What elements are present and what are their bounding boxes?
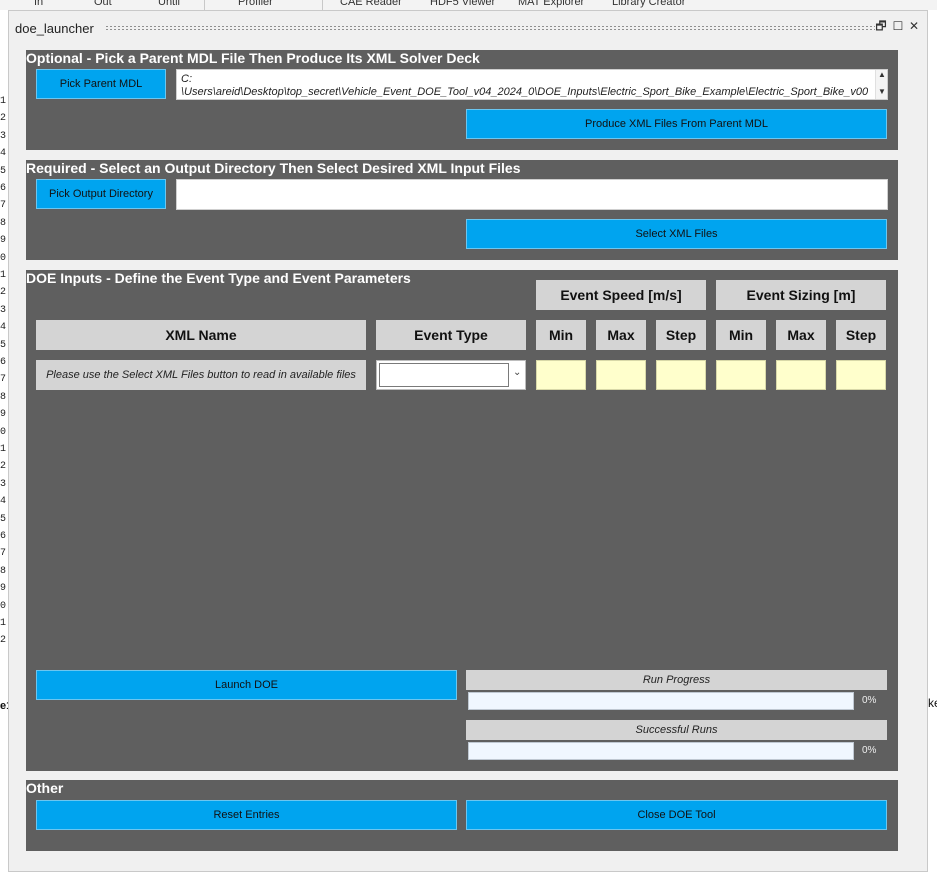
bg-tab-cae-reader[interactable]: CAE Reader: [340, 0, 402, 8]
pick-parent-mdl-button[interactable]: Pick Parent MDL: [36, 69, 166, 99]
bg-line-number: 1: [0, 444, 7, 455]
bg-line-number: 0: [0, 426, 7, 438]
event-sizing-header: Event Sizing [m]: [716, 280, 886, 310]
bg-tab-in[interactable]: In: [34, 0, 43, 8]
bg-tab-divider: [204, 0, 205, 10]
bg-line-number: 5: [0, 513, 7, 525]
bg-line-number: 4: [0, 496, 7, 508]
produce-xml-button[interactable]: Produce XML Files From Parent MDL: [466, 109, 887, 139]
bg-line-number: 8: [0, 217, 7, 229]
bg-line-number: 6: [0, 183, 7, 194]
speed-min-header: Min: [536, 320, 586, 350]
maximize-icon[interactable]: ☐: [892, 20, 904, 32]
bg-line-number: 6: [0, 531, 7, 542]
bg-line-number: 8: [0, 391, 7, 403]
bg-tab-library-creator[interactable]: Library Creator: [612, 0, 685, 8]
bg-tab-mat-explorer[interactable]: MAT Explorer: [518, 0, 584, 8]
sizing-min-header: Min: [716, 320, 766, 350]
event-type-dropdown[interactable]: ⌄: [376, 360, 526, 390]
pick-output-directory-button[interactable]: Pick Output Directory: [36, 179, 166, 209]
close-icon[interactable]: ✕: [908, 20, 920, 32]
bg-line-number: 7: [0, 548, 7, 560]
output-directory-field[interactable]: [176, 179, 888, 210]
bg-tab-until[interactable]: Until: [158, 0, 180, 8]
bg-line-number: 2: [0, 113, 7, 125]
bg-line-number: 0: [0, 252, 7, 264]
sizing-step-input[interactable]: [836, 360, 886, 390]
other-panel: Other Reset Entries Close DOE Tool: [26, 780, 898, 851]
path-scrollbar[interactable]: ▲ ▼: [875, 70, 887, 99]
doe-inputs-panel: DOE Inputs - Define the Event Type and E…: [26, 270, 898, 771]
select-xml-files-button[interactable]: Select XML Files: [466, 219, 887, 249]
bg-line-number: 7: [0, 200, 7, 212]
bg-line-number: 9: [0, 583, 7, 595]
sizing-max-input[interactable]: [776, 360, 826, 390]
chevron-down-icon[interactable]: ⌄: [513, 367, 521, 378]
doe-launcher-window: doe_launcher 🗗 ☐ ✕ Optional - Pick a Par…: [8, 10, 928, 872]
bg-line-number: 1: [0, 618, 7, 629]
successful-runs-bar: [468, 742, 854, 760]
run-progress-percent: 0%: [862, 695, 877, 706]
parent-mdl-path-text: C: \Users\areid\Desktop\top_secret\Vehic…: [181, 73, 869, 98]
scroll-down-icon[interactable]: ▼: [878, 87, 886, 96]
bg-line-number: 3: [0, 478, 7, 490]
reset-entries-button[interactable]: Reset Entries: [36, 800, 457, 830]
optional-panel-title: Optional - Pick a Parent MDL File Then P…: [26, 50, 480, 66]
bg-tab-profiler[interactable]: Profiler: [238, 0, 273, 8]
bg-line-number: 8: [0, 565, 7, 577]
sizing-step-header: Step: [836, 320, 886, 350]
speed-step-input[interactable]: [656, 360, 706, 390]
bg-line-number: 3: [0, 304, 7, 316]
run-progress-label: Run Progress: [466, 670, 887, 690]
run-progress-bar: [468, 692, 854, 710]
launch-doe-button[interactable]: Launch DOE: [36, 670, 457, 700]
bg-line-number: 2: [0, 287, 7, 299]
bg-line-number: 4: [0, 322, 7, 334]
event-speed-header: Event Speed [m/s]: [536, 280, 706, 310]
bg-line-number: 3: [0, 130, 7, 142]
background-fragment-right: ke: [928, 696, 937, 710]
event-type-value-box: [379, 363, 509, 387]
bg-line-number: 1: [0, 96, 7, 107]
sizing-min-input[interactable]: [716, 360, 766, 390]
xml-name-column-header: XML Name: [36, 320, 366, 350]
restore-icon[interactable]: 🗗: [875, 20, 887, 32]
parent-mdl-path-field[interactable]: C: \Users\areid\Desktop\top_secret\Vehic…: [176, 69, 888, 100]
speed-max-header: Max: [596, 320, 646, 350]
bg-tab-hdf5-viewer[interactable]: HDF5 Viewer: [430, 0, 495, 8]
event-type-column-header: Event Type: [376, 320, 526, 350]
other-panel-title: Other: [26, 780, 64, 796]
bg-line-number: 4: [0, 148, 7, 160]
bg-line-number: 2: [0, 635, 7, 647]
drag-grip[interactable]: [105, 25, 875, 31]
bg-line-number: 5: [0, 165, 7, 177]
bg-tab-divider: [322, 0, 323, 10]
bg-line-number: 7: [0, 374, 7, 386]
speed-min-input[interactable]: [536, 360, 586, 390]
required-panel-title: Required - Select an Output Directory Th…: [26, 160, 521, 176]
bg-line-number: 1: [0, 270, 7, 281]
doe-inputs-panel-title: DOE Inputs - Define the Event Type and E…: [26, 270, 411, 286]
successful-runs-label: Successful Runs: [466, 720, 887, 740]
bg-line-number: 0: [0, 600, 7, 612]
bg-line-number: 9: [0, 409, 7, 421]
bg-line-number: 2: [0, 461, 7, 473]
bg-line-number: 5: [0, 339, 7, 351]
background-tab-strip: In Out Until Profiler CAE Reader HDF5 Vi…: [0, 0, 937, 10]
bg-tab-out[interactable]: Out: [94, 0, 112, 8]
required-panel: Required - Select an Output Directory Th…: [26, 160, 898, 260]
close-doe-tool-button[interactable]: Close DOE Tool: [466, 800, 887, 830]
scroll-up-icon[interactable]: ▲: [878, 70, 886, 79]
bg-line-number: 9: [0, 235, 7, 247]
speed-step-header: Step: [656, 320, 706, 350]
xml-name-placeholder: Please use the Select XML Files button t…: [36, 360, 366, 390]
title-bar[interactable]: doe_launcher 🗗 ☐ ✕: [9, 11, 927, 45]
speed-max-input[interactable]: [596, 360, 646, 390]
successful-runs-percent: 0%: [862, 745, 877, 756]
optional-panel: Optional - Pick a Parent MDL File Then P…: [26, 50, 898, 150]
bg-line-number: 6: [0, 357, 7, 368]
sizing-max-header: Max: [776, 320, 826, 350]
window-title: doe_launcher: [15, 21, 94, 36]
